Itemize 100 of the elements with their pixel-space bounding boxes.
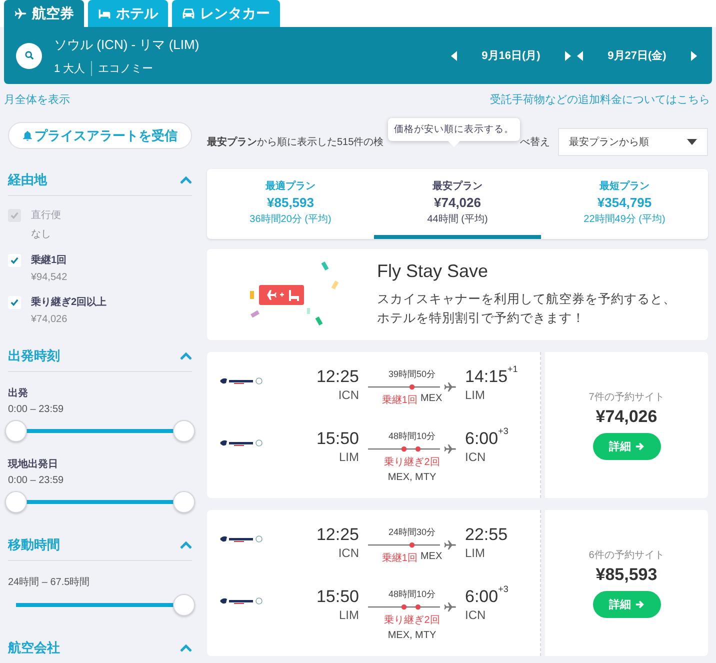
airport-code: ICN <box>338 546 359 560</box>
range-label: 0:00 – 23:59 <box>8 404 65 415</box>
stops-text: 乗継1回 <box>382 552 418 565</box>
search-button[interactable] <box>16 42 42 68</box>
bed-icon <box>98 7 111 20</box>
flight-duration: 48時間10分 <box>388 430 436 443</box>
departure-time: 12:25 <box>316 525 359 545</box>
section-title: 移動時間 <box>8 536 60 554</box>
flight-duration: 39時間50分 <box>388 368 436 381</box>
details-button[interactable]: 詳細 <box>592 591 660 618</box>
arrow-right-icon <box>635 442 644 451</box>
sort-dropdown[interactable]: 最安プランから順 <box>558 128 708 156</box>
booking-sites-count: 6件の予約サイト <box>588 549 664 562</box>
route-text[interactable]: ソウル (ICN) - リマ (LIM) <box>54 36 200 54</box>
flight-price: ¥74,026 <box>596 407 658 427</box>
flight-duration: 24時間30分 <box>388 526 436 539</box>
tab[interactable]: 航空券 <box>4 0 84 27</box>
plan-tab[interactable]: 最安プラン ¥74,026 44時間 (平均) <box>374 169 541 239</box>
promo-text: スカイスキャナーを利用して航空券を予約すると、ホテルを特別割引で予約できます！ <box>377 291 677 327</box>
checkbox[interactable] <box>8 254 21 267</box>
chevron-up-icon[interactable] <box>180 176 192 184</box>
price-alert-button[interactable]: プライスアラートを受信 <box>8 122 192 149</box>
section-title: 航空会社 <box>8 639 60 657</box>
departure-time: 12:25 <box>316 367 359 387</box>
via-airports: MEX <box>420 551 442 564</box>
range-label: 24時間 – 67.5時間 <box>8 576 91 589</box>
slider-label: 出発 <box>8 386 29 400</box>
flight-duration: 48時間10分 <box>388 588 436 601</box>
plan-tab[interactable]: 最適プラン ¥85,593 36時間20分 (平均) <box>207 169 374 239</box>
plan-label: 最適プラン <box>266 179 316 192</box>
passengers-text[interactable]: 1 大人 <box>54 60 86 76</box>
slider-label: 現地出発日 <box>8 458 59 471</box>
tab[interactable]: レンタカー <box>172 0 280 27</box>
chevron-up-icon[interactable] <box>180 644 192 652</box>
plan-price: ¥74,026 <box>434 194 481 210</box>
plan-price: ¥85,593 <box>267 194 314 210</box>
promo-title: Fly Stay Save <box>377 261 490 282</box>
via-airports: MEX, MTY <box>388 472 436 483</box>
departure-time: 15:50 <box>316 429 359 449</box>
stops-text: 乗り継ぎ2回 <box>384 456 440 469</box>
via-airports: MEX, MTY <box>388 630 436 641</box>
checkbox[interactable] <box>8 296 21 309</box>
slider-thumb[interactable] <box>5 420 27 442</box>
stops-text: 乗継1回 <box>382 394 418 407</box>
tab[interactable]: ホテル <box>88 0 168 27</box>
section-title: 経由地 <box>8 171 47 189</box>
chevron-up-icon[interactable] <box>180 541 192 549</box>
results-summary: 最安プランから順に表示した515件の検 <box>207 135 384 149</box>
airport-code: ICN <box>465 450 486 464</box>
chevron-up-icon[interactable] <box>180 352 192 360</box>
airport-code: LIM <box>465 546 486 560</box>
bell-icon <box>22 130 32 140</box>
range-slider[interactable] <box>8 490 192 514</box>
date-text[interactable]: 9月16日(月) <box>461 48 561 63</box>
arrival-time: 22:55 <box>465 525 508 545</box>
sort-label: べ替え <box>520 136 550 149</box>
plan-tab[interactable]: 最短プラン ¥354,795 22時間49分 (平均) <box>541 169 708 239</box>
route-line-icon <box>368 382 456 392</box>
section-title: 出発時刻 <box>8 347 60 365</box>
plan-price: ¥354,795 <box>597 194 652 210</box>
route-line-icon <box>368 444 456 454</box>
arrow-right-icon <box>635 600 644 609</box>
details-button[interactable]: 詳細 <box>592 433 660 460</box>
slider-thumb[interactable] <box>173 491 195 513</box>
plan-duration: 22時間49分 (平均) <box>584 212 666 226</box>
airport-code: LIM <box>338 608 359 622</box>
range-label: 0:00 – 23:59 <box>8 475 65 486</box>
month-link[interactable]: 月全体を表示 <box>4 92 70 110</box>
slider-thumb[interactable] <box>173 594 195 616</box>
fees-link[interactable]: 受託手荷物などの追加料金についてはこちら <box>490 92 710 110</box>
airport-code: LIM <box>465 388 486 402</box>
date-text[interactable]: 9月27日(金) <box>587 48 687 63</box>
via-airports: MEX <box>420 393 442 406</box>
checkbox-label: 乗継1回 <box>31 254 68 267</box>
plan-label: 最短プラン <box>600 179 650 192</box>
cabin-text[interactable]: エコノミー <box>91 60 154 76</box>
airport-code: LIM <box>338 450 359 464</box>
plan-label: 最安プラン <box>432 179 482 192</box>
search-icon <box>24 51 34 60</box>
slider-thumb[interactable] <box>5 491 27 513</box>
route-line-icon <box>368 540 456 550</box>
option-price: なし <box>31 228 52 241</box>
slider-thumb[interactable] <box>173 420 195 442</box>
range-slider[interactable] <box>8 419 192 443</box>
airport-code: ICN <box>338 388 359 402</box>
option-price: ¥94,542 <box>31 272 68 283</box>
plan-duration: 44時間 (平均) <box>427 212 488 226</box>
flight-price: ¥85,593 <box>596 565 658 585</box>
route-line-icon <box>368 602 456 612</box>
booking-sites-count: 7件の予約サイト <box>588 391 664 404</box>
car-icon <box>182 7 195 20</box>
departure-time: 15:50 <box>316 587 359 607</box>
option-price: ¥74,026 <box>31 314 68 325</box>
checkbox-label: 乗り継ぎ2回以上 <box>31 296 107 309</box>
caret-icon <box>687 139 697 145</box>
tooltip-pointer-icon <box>448 141 460 147</box>
plan-duration: 36時間20分 (平均) <box>250 212 332 226</box>
stops-text: 乗り継ぎ2回 <box>384 614 440 627</box>
plane-icon <box>14 7 27 20</box>
checkbox-label: 直行便 <box>31 208 61 222</box>
